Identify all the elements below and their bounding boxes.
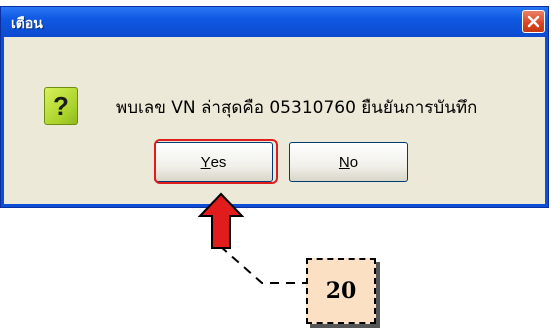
callout-connector (219, 245, 306, 284)
step-number-badge: 20 (306, 258, 376, 324)
step-number: 20 (325, 278, 357, 304)
pointer-arrow-icon (198, 192, 244, 249)
